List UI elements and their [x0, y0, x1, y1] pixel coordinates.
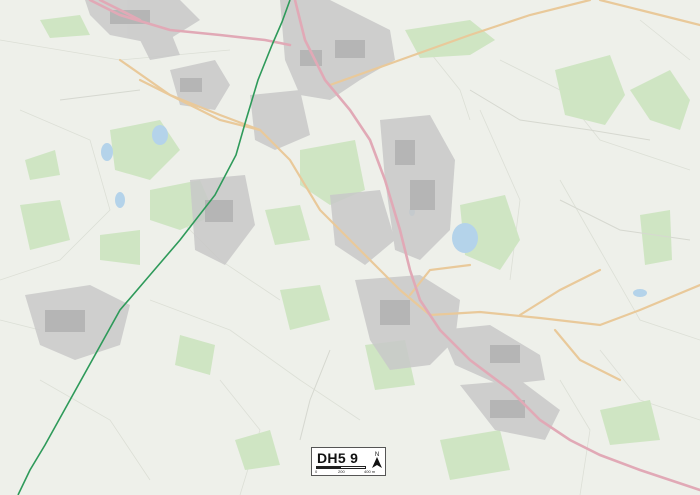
map-canvas[interactable]: DH5 9 N 0 200 400 m — [0, 0, 700, 495]
scale-tick-2: 400 m — [364, 469, 376, 474]
scale-tick-0: 0 — [315, 469, 318, 474]
map-legend-box: DH5 9 N 0 200 400 m — [311, 447, 386, 476]
basemap — [0, 0, 700, 495]
north-arrow-icon: N — [372, 452, 382, 468]
scale-tick-1: 200 — [338, 469, 345, 474]
postcode-title: DH5 9 — [317, 450, 359, 466]
